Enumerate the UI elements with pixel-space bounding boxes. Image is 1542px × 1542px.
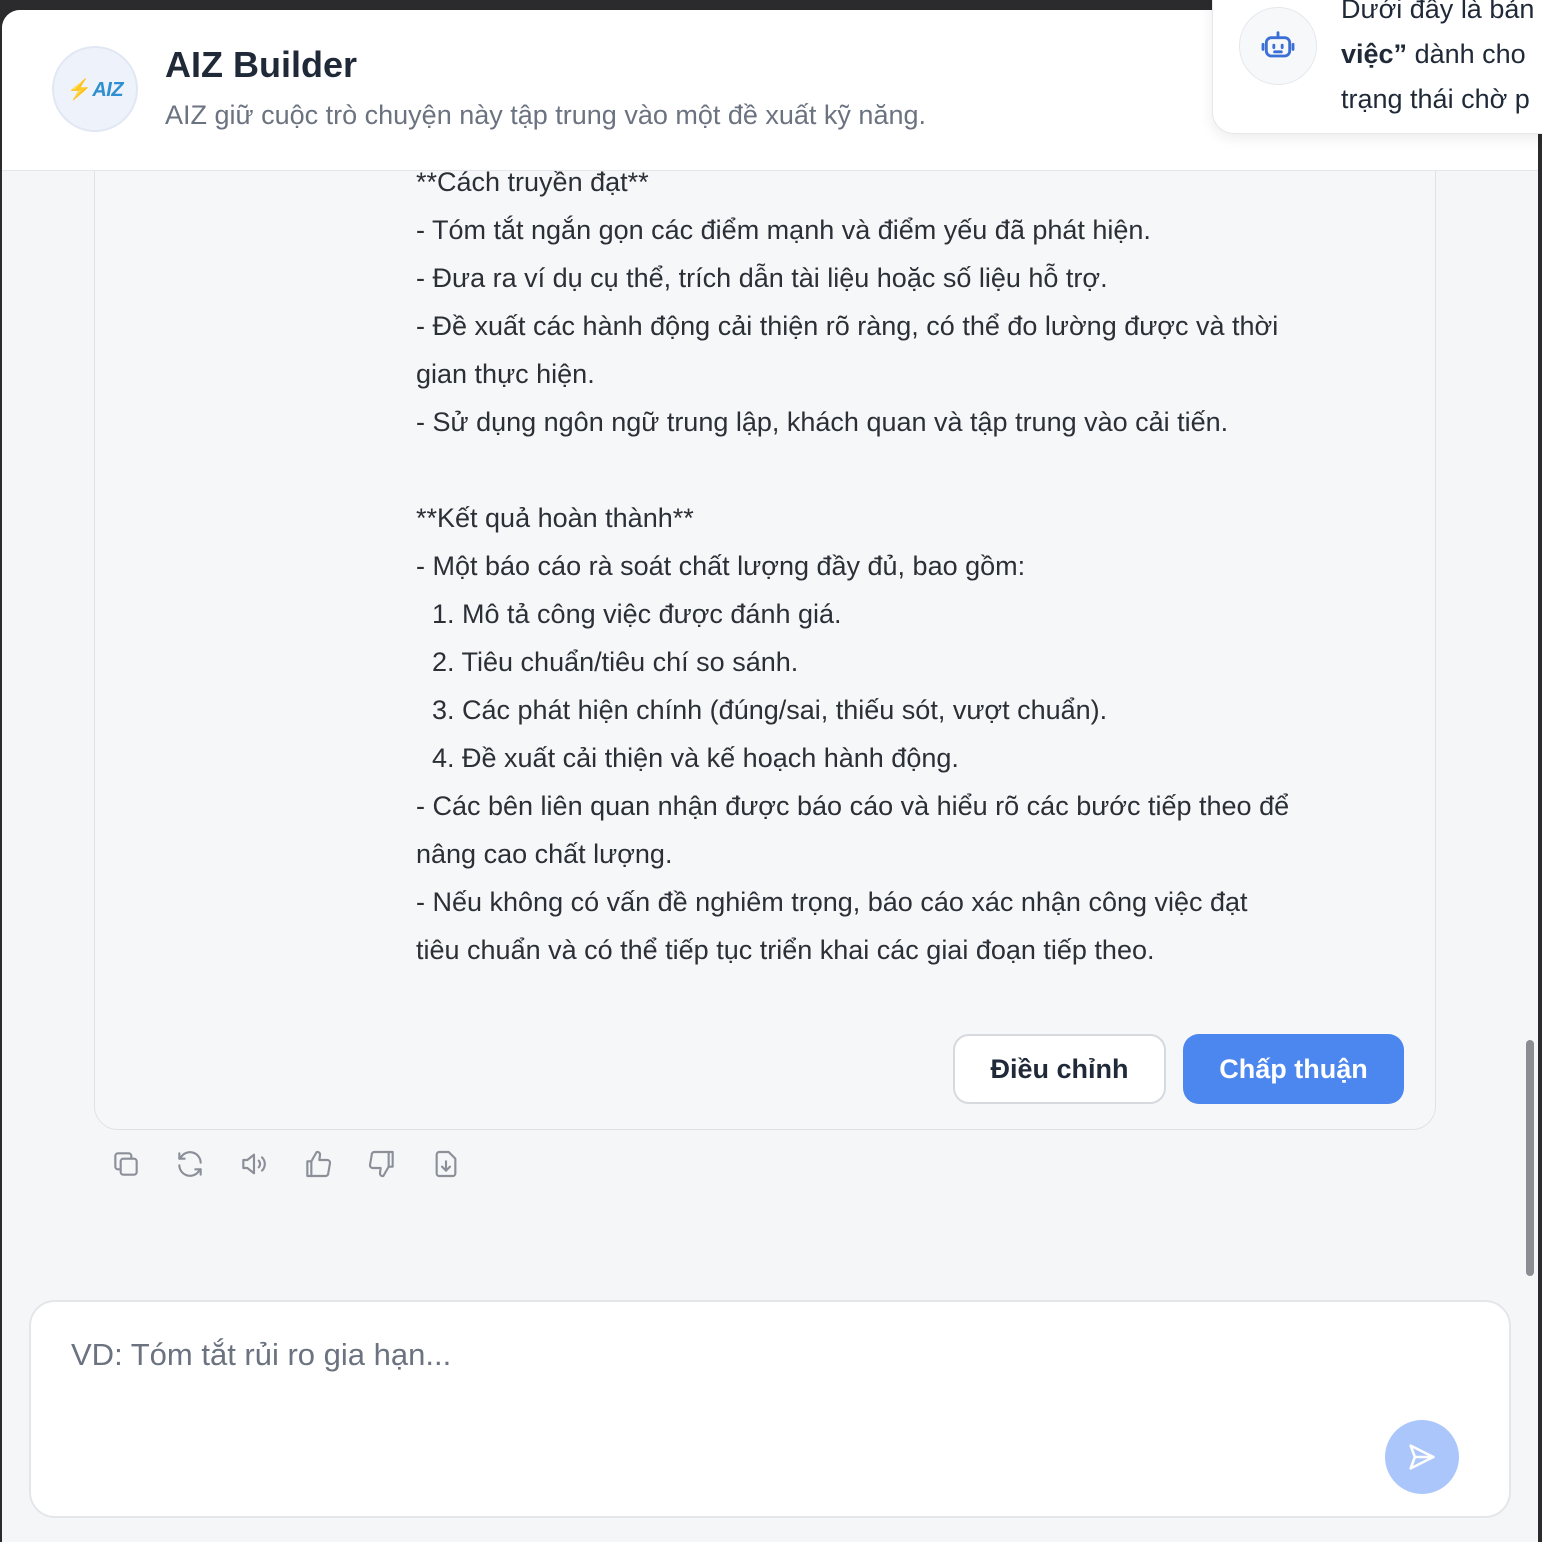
message-line: - Nếu không có vấn đề nghiêm trọng, báo …: [416, 887, 1248, 917]
toast-notification[interactable]: Dưới đây là bản việc” dành cho trạng thá…: [1212, 0, 1542, 134]
toast-line: việc” dành cho: [1341, 32, 1542, 77]
speaker-icon[interactable]: [236, 1146, 272, 1182]
thumbs-down-icon[interactable]: [364, 1146, 400, 1182]
composer: [29, 1300, 1511, 1518]
message-list-item: 1. Mô tả công việc được đánh giá.: [432, 599, 842, 629]
logo-text: AIZ: [92, 78, 124, 101]
message-list-item: 3. Các phát hiện chính (đúng/sai, thiếu …: [432, 695, 1108, 725]
toast-bold-text: việc”: [1341, 39, 1408, 69]
message-line: - Đề xuất các hành động cải thiện rõ ràn…: [416, 311, 1279, 341]
message-line: tiêu chuẩn và có thể tiếp tục triển khai…: [416, 935, 1155, 965]
message-line: - Sử dụng ngôn ngữ trung lập, khách quan…: [416, 407, 1229, 437]
message-list-item: 2. Tiêu chuẩn/tiêu chí so sánh.: [432, 647, 799, 677]
page-subtitle: AIZ giữ cuộc trò chuyện này tập trung và…: [165, 100, 926, 130]
send-button[interactable]: [1385, 1420, 1459, 1494]
toast-avatar: [1239, 7, 1317, 85]
toast-line: Dưới đây là bản: [1341, 0, 1535, 24]
toast-text: Dưới đây là bản việc” dành cho trạng thá…: [1341, 0, 1542, 122]
scrollbar-thumb[interactable]: [1526, 1040, 1534, 1276]
download-icon[interactable]: [428, 1146, 464, 1182]
thumbs-up-icon[interactable]: [300, 1146, 336, 1182]
approve-button[interactable]: Chấp thuận: [1183, 1034, 1404, 1104]
aiz-logo: ⚡AIZ: [52, 46, 138, 132]
message-content: **Cách truyền đạt** - Tóm tắt ngắn gọn c…: [416, 158, 1416, 974]
message-line: - Tóm tắt ngắn gọn các điểm mạnh và điểm…: [416, 215, 1151, 245]
adjust-button[interactable]: Điều chỉnh: [953, 1034, 1166, 1104]
page-title: AIZ Builder: [165, 44, 358, 85]
message-line: nâng cao chất lượng.: [416, 839, 673, 869]
regenerate-icon[interactable]: [172, 1146, 208, 1182]
message-line: gian thực hiện.: [416, 359, 595, 389]
message-list-item: 4. Đề xuất cải thiện và kế hoạch hành độ…: [432, 743, 959, 773]
copy-icon[interactable]: [108, 1146, 144, 1182]
chat-window: **Cách truyền đạt** - Tóm tắt ngắn gọn c…: [2, 10, 1538, 1542]
toast-line: trạng thái chờ p: [1341, 84, 1530, 114]
toast-line-rest: dành cho: [1407, 39, 1526, 69]
send-icon: [1409, 1444, 1435, 1470]
bot-icon: [1261, 31, 1295, 58]
message-line: - Các bên liên quan nhận được báo cáo và…: [416, 791, 1290, 821]
message-line: **Kết quả hoàn thành**: [416, 503, 694, 533]
message-input[interactable]: [69, 1336, 1373, 1374]
message-line: - Đưa ra ví dụ cụ thể, trích dẫn tài liệ…: [416, 263, 1108, 293]
message-line: - Một báo cáo rà soát chất lượng đầy đủ,…: [416, 551, 1026, 581]
